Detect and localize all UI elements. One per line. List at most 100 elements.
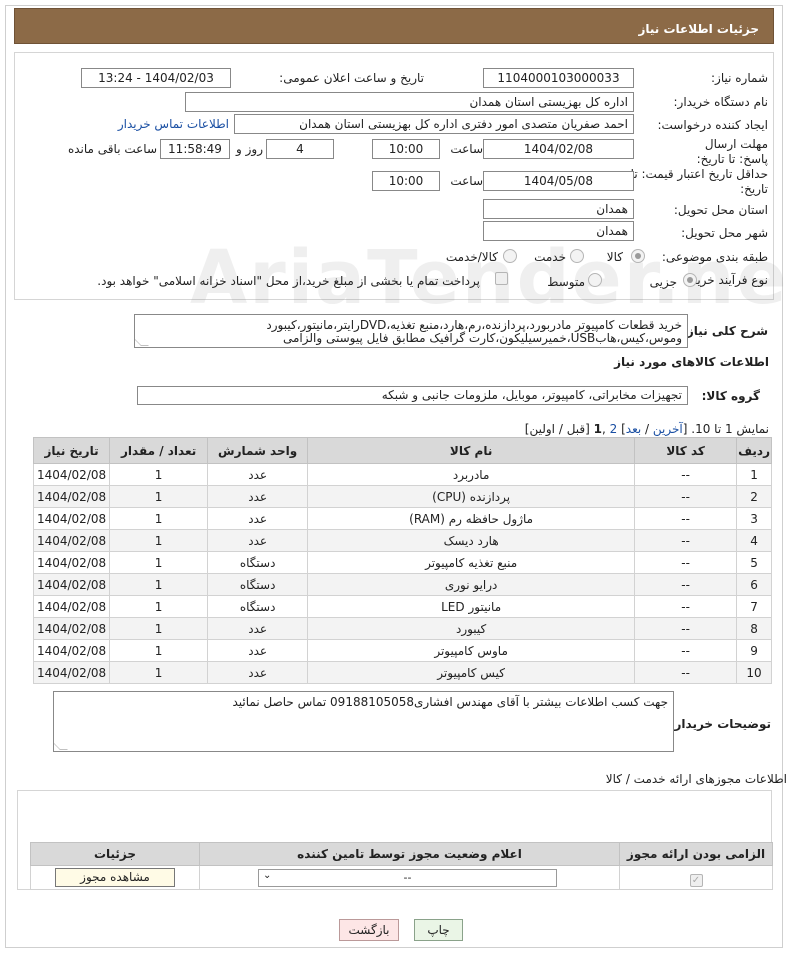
category-radio-goods[interactable]: [631, 249, 645, 263]
pagination-last-link[interactable]: آخرین: [653, 422, 683, 436]
col-license-details: جزئیات: [30, 842, 200, 866]
cell-unit: عدد: [207, 507, 309, 530]
license-details-cell: مشاهده مجوز: [30, 865, 200, 890]
goods-group-field: تجهیزات مخابراتی، کامپیوتر، موبایل، ملزو…: [137, 386, 688, 405]
cell-need-date: 1404/02/08: [32, 529, 111, 552]
cell-unit: عدد: [207, 485, 309, 508]
buyer-notes-label: توضیحات خریدار:: [669, 717, 771, 731]
cell-need-date: 1404/02/08: [32, 573, 111, 596]
description-text: خرید قطعات کامپیوتر مادربورد،پردازنده،رم…: [266, 318, 682, 345]
license-status-cell: -- ⌄: [199, 865, 620, 890]
cell-unit: عدد: [207, 617, 309, 640]
table-row: 7 -- مانیتور LED دستگاه 1 1404/02/08: [32, 595, 772, 618]
cell-need-date: 1404/02/08: [32, 463, 111, 486]
description-label: شرح کلی نیاز:: [682, 324, 768, 338]
cell-unit: دستگاه: [207, 595, 309, 618]
cell-unit: دستگاه: [207, 573, 309, 596]
category-radio-both[interactable]: [503, 249, 517, 263]
buyer-org-label: نام دستگاه خریدار:: [673, 95, 769, 109]
goods-table-header: ردیف کد کالا نام کالا واحد شمارش تعداد /…: [32, 437, 772, 464]
announce-label: تاریخ و ساعت اعلان عمومی:: [279, 71, 424, 85]
print-button[interactable]: چاپ: [414, 919, 463, 941]
cell-item-name: کیس کامپیوتر: [307, 661, 636, 684]
goods-table: ردیف کد کالا نام کالا واحد شمارش تعداد /…: [32, 437, 772, 684]
col-quantity: تعداد / مقدار: [109, 437, 209, 464]
cell-item-code: --: [634, 463, 738, 486]
buyer-notes-text: جهت کسب اطلاعات بیشتر با آقای مهندس افشا…: [232, 695, 668, 709]
pagination-suffix: [قبل / اولین]: [524, 422, 594, 436]
col-item-code: کد کالا: [634, 437, 738, 464]
deadline-date-field: 1404/02/08: [483, 139, 634, 159]
col-unit: واحد شمارش: [207, 437, 309, 464]
cell-quantity: 1: [109, 639, 209, 662]
cell-item-code: --: [634, 507, 738, 530]
pagination-current-page: 1: [593, 422, 602, 436]
cell-item-name: درایو نوری: [307, 573, 636, 596]
cell-row-number: 9: [736, 639, 772, 662]
cell-row-number: 6: [736, 573, 772, 596]
table-row: 6 -- درایو نوری دستگاه 1 1404/02/08: [32, 573, 772, 596]
cell-quantity: 1: [109, 529, 209, 552]
cell-need-date: 1404/02/08: [32, 661, 111, 684]
treasury-payment-checkbox[interactable]: [495, 272, 508, 285]
category-label: طبقه بندی موضوعی:: [661, 250, 768, 264]
pagination: نمایش 1 تا 10. [آخرین / بعد] 2 ,1 [قبل /…: [525, 422, 769, 436]
validity-date-field: 1404/05/08: [483, 171, 634, 191]
back-button[interactable]: بازگشت: [339, 919, 399, 941]
deadline-time-field: 10:00: [372, 139, 440, 159]
category-option-both: کالا/خدمت: [445, 250, 498, 264]
license-status-select[interactable]: -- ⌄: [258, 868, 557, 887]
treasury-payment-note: پرداخت تمام یا بخشی از مبلغ خرید،از محل …: [97, 274, 480, 288]
cell-item-name: مانیتور LED: [307, 595, 636, 618]
cell-need-date: 1404/02/08: [32, 595, 111, 618]
cell-need-date: 1404/02/08: [32, 617, 111, 640]
goods-section-title: اطلاعات کالاهای مورد نیاز: [614, 355, 769, 369]
cell-unit: عدد: [207, 639, 309, 662]
view-license-button[interactable]: مشاهده مجوز: [55, 868, 175, 887]
cell-row-number: 5: [736, 551, 772, 574]
cell-unit: عدد: [207, 463, 309, 486]
cell-item-code: --: [634, 529, 738, 552]
table-row: 9 -- ماوس کامپیوتر عدد 1 1404/02/08: [32, 639, 772, 662]
licenses-table-header: الزامی بودن ارائه مجوز اعلام وضعیت مجوز …: [30, 842, 773, 866]
table-row: 1 -- مادربرد عدد 1 1404/02/08: [32, 463, 772, 486]
cell-item-name: ماژول حافظه رم (RAM): [307, 507, 636, 530]
cell-unit: عدد: [207, 529, 309, 552]
buyer-contact-link[interactable]: اطلاعات تماس خریدار: [118, 117, 229, 131]
table-row: 4 -- هارد دیسک عدد 1 1404/02/08: [32, 529, 772, 552]
process-radio-minor[interactable]: [683, 273, 697, 287]
pagination-sep: ,: [602, 422, 610, 436]
process-option-medium: متوسط: [547, 275, 585, 289]
cell-row-number: 3: [736, 507, 772, 530]
cell-row-number: 10: [736, 661, 772, 684]
pagination-next-link[interactable]: بعد: [626, 422, 641, 436]
resize-grip-icon[interactable]: [54, 742, 68, 750]
license-status-selected: --: [403, 870, 412, 884]
table-row: 8 -- کیبورد عدد 1 1404/02/08: [32, 617, 772, 640]
cell-item-name: منبع تغذیه کامپیوتر: [307, 551, 636, 574]
buyer-notes-textarea[interactable]: جهت کسب اطلاعات بیشتر با آقای مهندس افشا…: [53, 691, 674, 752]
cell-row-number: 7: [736, 595, 772, 618]
process-radio-medium[interactable]: [588, 273, 602, 287]
description-textarea[interactable]: خرید قطعات کامپیوتر مادربورد،پردازنده،رم…: [134, 314, 688, 348]
city-label: شهر محل تحویل:: [681, 226, 768, 240]
days-remaining-field: 4: [266, 139, 334, 159]
category-radio-service[interactable]: [570, 249, 584, 263]
cell-item-name: ماوس کامپیوتر: [307, 639, 636, 662]
cell-need-date: 1404/02/08: [32, 551, 111, 574]
page-title: جزئیات اطلاعات نیاز: [14, 8, 774, 44]
resize-grip-icon[interactable]: [135, 338, 149, 346]
cell-row-number: 1: [736, 463, 772, 486]
cell-quantity: 1: [109, 661, 209, 684]
province-label: استان محل تحویل:: [673, 203, 768, 217]
col-license-status: اعلام وضعیت مجوز توسط تامین کننده: [199, 842, 620, 866]
time-remaining-label: ساعت باقی مانده: [67, 142, 157, 156]
licenses-section-title: اطلاعات مجوزهای ارائه خدمت / کالا: [605, 772, 787, 786]
table-row: 3 -- ماژول حافظه رم (RAM) عدد 1 1404/02/08: [32, 507, 772, 530]
license-row: ✓ -- ⌄ مشاهده مجوز: [30, 865, 773, 890]
cell-item-name: کیبورد: [307, 617, 636, 640]
licenses-table: الزامی بودن ارائه مجوز اعلام وضعیت مجوز …: [30, 842, 773, 890]
cell-item-code: --: [634, 639, 738, 662]
cell-quantity: 1: [109, 573, 209, 596]
validity-time-label: ساعت: [450, 174, 483, 188]
